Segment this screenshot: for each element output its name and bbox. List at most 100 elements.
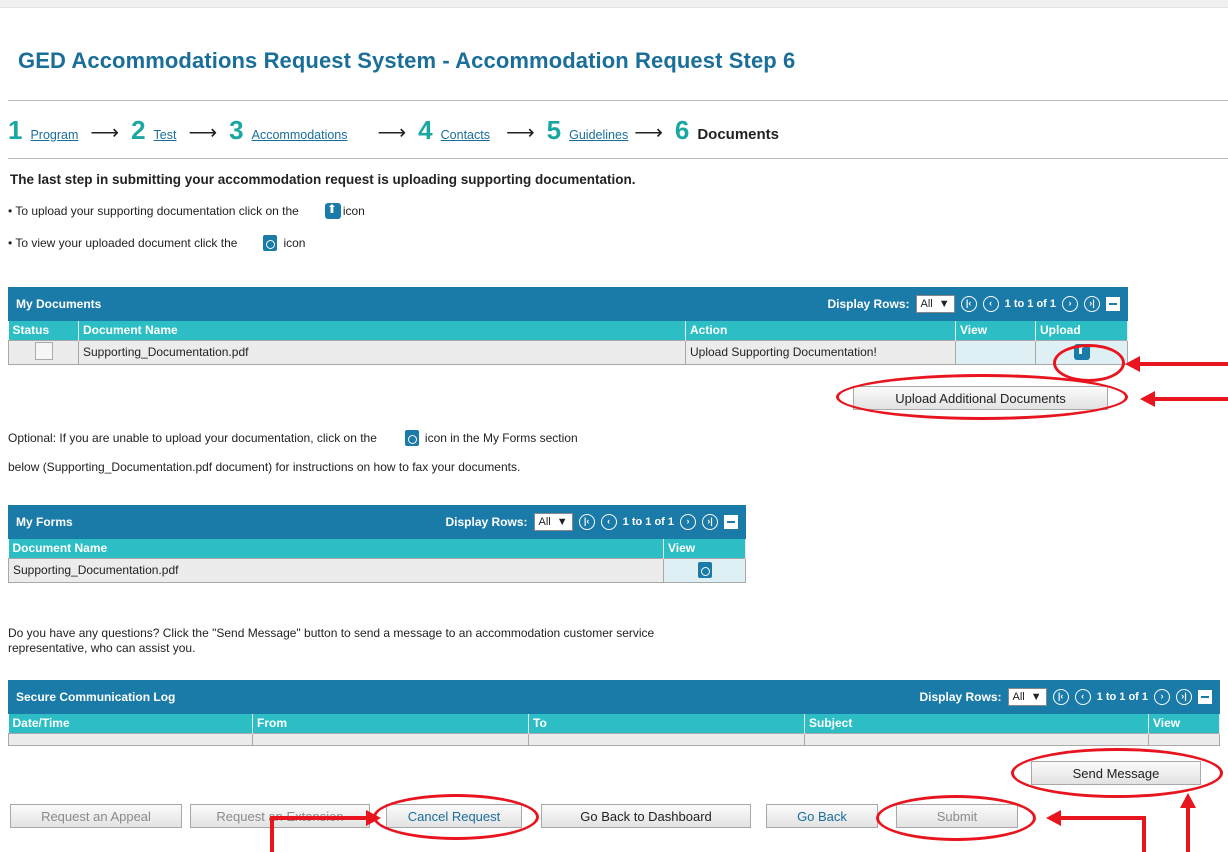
submit-button[interactable]: Submit [896, 804, 1018, 828]
annotation-arrow-left-icon [1046, 810, 1061, 826]
table-cell [804, 732, 1149, 746]
first-page-icon[interactable]: |‹ [960, 296, 977, 312]
display-rows-value: All [920, 298, 933, 310]
cancel-request-button[interactable]: Cancel Request [386, 804, 522, 828]
step-number: 4 [418, 115, 433, 145]
annotation-arrow-shaft [270, 816, 367, 820]
step-number: 5 [546, 115, 562, 145]
last-page-icon[interactable]: ›| [702, 514, 718, 530]
column-header: Date/Time [8, 714, 253, 733]
comm-log-table: Date/Time From To Subject View [8, 714, 1220, 746]
my-forms-header: My Forms Display Rows: All ▼ |‹ ‹ 1 to 1 … [8, 505, 746, 539]
table-header-row: Status Document Name Action View Upload [8, 321, 1128, 340]
display-rows-select[interactable]: All ▼ [533, 513, 573, 531]
optional-text-line1: Optional: If you are unable to upload yo… [8, 430, 578, 446]
next-page-icon[interactable]: › [680, 514, 696, 530]
table-header-row: Document Name View [8, 539, 746, 558]
step-current-documents: Documents [697, 126, 780, 143]
column-header: Action [685, 321, 956, 340]
my-forms-table: Document Name View Supporting_Documentat… [8, 539, 746, 583]
browser-top-strip [0, 0, 1228, 8]
upload-instruction: • To upload your supporting documentatio… [8, 202, 365, 219]
status-cell [8, 339, 79, 365]
display-rows-select[interactable]: All ▼ [1007, 688, 1047, 706]
my-forms-panel: My Forms Display Rows: All ▼ |‹ ‹ 1 to 1 … [8, 505, 746, 583]
divider [8, 158, 1228, 159]
column-header: Subject [804, 714, 1149, 733]
step-arrow-icon: ⟶ [634, 122, 663, 144]
secure-communication-log-panel: Secure Communication Log Display Rows: A… [8, 680, 1220, 746]
upload-icon [324, 202, 341, 219]
optional-text-post: icon in the My Forms section [424, 431, 578, 445]
annotation-arrow-shaft [1154, 397, 1228, 401]
step-link-test[interactable]: Test [154, 128, 177, 142]
display-rows-value: All [538, 516, 551, 528]
step-link-contacts[interactable]: Contacts [441, 128, 490, 142]
page-info: 1 to 1 of 1 [622, 516, 674, 528]
annotation-arrow-left-icon [1125, 356, 1140, 372]
display-rows-label: Display Rows: [919, 690, 1002, 704]
dropdown-arrow-icon: ▼ [556, 516, 568, 528]
view-instruction: • To view your uploaded document click t… [8, 235, 305, 251]
previous-page-icon[interactable]: ‹ [600, 514, 617, 530]
column-header: From [252, 714, 529, 733]
optional-text-pre: Optional: If you are unable to upload yo… [8, 431, 377, 445]
view-instruction-suffix: icon [283, 236, 306, 250]
annotation-arrow-shaft [1139, 362, 1228, 366]
view-document-icon [263, 235, 278, 251]
go-back-button[interactable]: Go Back [766, 804, 878, 828]
previous-page-icon[interactable]: ‹ [1074, 689, 1091, 705]
display-rows-label: Display Rows: [445, 515, 528, 529]
step-link-accommodations[interactable]: Accommodations [252, 128, 348, 142]
column-header: View [1148, 714, 1220, 733]
upload-instruction-suffix: icon [342, 204, 365, 218]
step-arrow-icon: ⟶ [188, 122, 218, 144]
view-cell [955, 339, 1036, 365]
dropdown-arrow-icon: ▼ [938, 298, 950, 310]
display-rows-value: All [1012, 691, 1025, 703]
previous-page-icon[interactable]: ‹ [982, 296, 999, 312]
step-number: 6 [674, 115, 690, 145]
page-title: GED Accommodations Request System - Acco… [18, 48, 796, 73]
last-page-icon[interactable]: ›| [1176, 689, 1192, 705]
step-arrow-icon: ⟶ [505, 122, 535, 144]
page-info: 1 to 1 of 1 [1096, 691, 1148, 703]
page-info: 1 to 1 of 1 [1004, 298, 1056, 310]
step-number: 1 [8, 115, 23, 145]
display-rows-select[interactable]: All ▼ [915, 295, 955, 313]
first-page-icon[interactable]: |‹ [578, 514, 595, 530]
first-page-icon[interactable]: |‹ [1052, 689, 1069, 705]
annotation-arrow-shaft [1060, 816, 1146, 820]
send-message-button[interactable]: Send Message [1031, 761, 1201, 785]
upload-additional-documents-button[interactable]: Upload Additional Documents [853, 386, 1108, 410]
display-rows-label: Display Rows: [827, 297, 910, 311]
view-document-icon[interactable] [697, 562, 712, 578]
collapse-icon[interactable] [1198, 690, 1212, 704]
table-header-row: Date/Time From To Subject View [8, 714, 1220, 733]
table-row: Supporting_Documentation.pdf [8, 557, 746, 583]
step-link-guidelines[interactable]: Guidelines [569, 128, 628, 142]
table-cell [252, 732, 529, 746]
document-name-cell: Supporting_Documentation.pdf [8, 557, 664, 583]
step-arrow-icon: ⟶ [377, 122, 407, 144]
collapse-icon[interactable] [1106, 297, 1120, 311]
upload-instruction-text: • To upload your supporting documentatio… [8, 204, 299, 218]
annotation-arrow-shaft [1186, 806, 1190, 852]
optional-text-line2: below (Supporting_Documentation.pdf docu… [8, 460, 521, 474]
instructions-lead: The last step in submitting your accommo… [10, 172, 636, 187]
next-page-icon[interactable]: › [1062, 296, 1078, 312]
request-appeal-button[interactable]: Request an Appeal [10, 804, 182, 828]
my-forms-title: My Forms [16, 515, 73, 529]
annotation-arrow-shaft [270, 816, 274, 852]
last-page-icon[interactable]: ›| [1084, 296, 1100, 312]
column-header: Upload [1035, 321, 1128, 340]
column-header: View [955, 321, 1036, 340]
upload-icon[interactable] [1073, 343, 1090, 360]
column-header: Document Name [8, 539, 664, 558]
go-back-to-dashboard-button[interactable]: Go Back to Dashboard [541, 804, 751, 828]
collapse-icon[interactable] [724, 515, 738, 529]
column-header: Document Name [78, 321, 686, 340]
next-page-icon[interactable]: › [1154, 689, 1170, 705]
step-link-program[interactable]: Program [30, 128, 78, 142]
comm-log-header: Secure Communication Log Display Rows: A… [8, 680, 1220, 714]
